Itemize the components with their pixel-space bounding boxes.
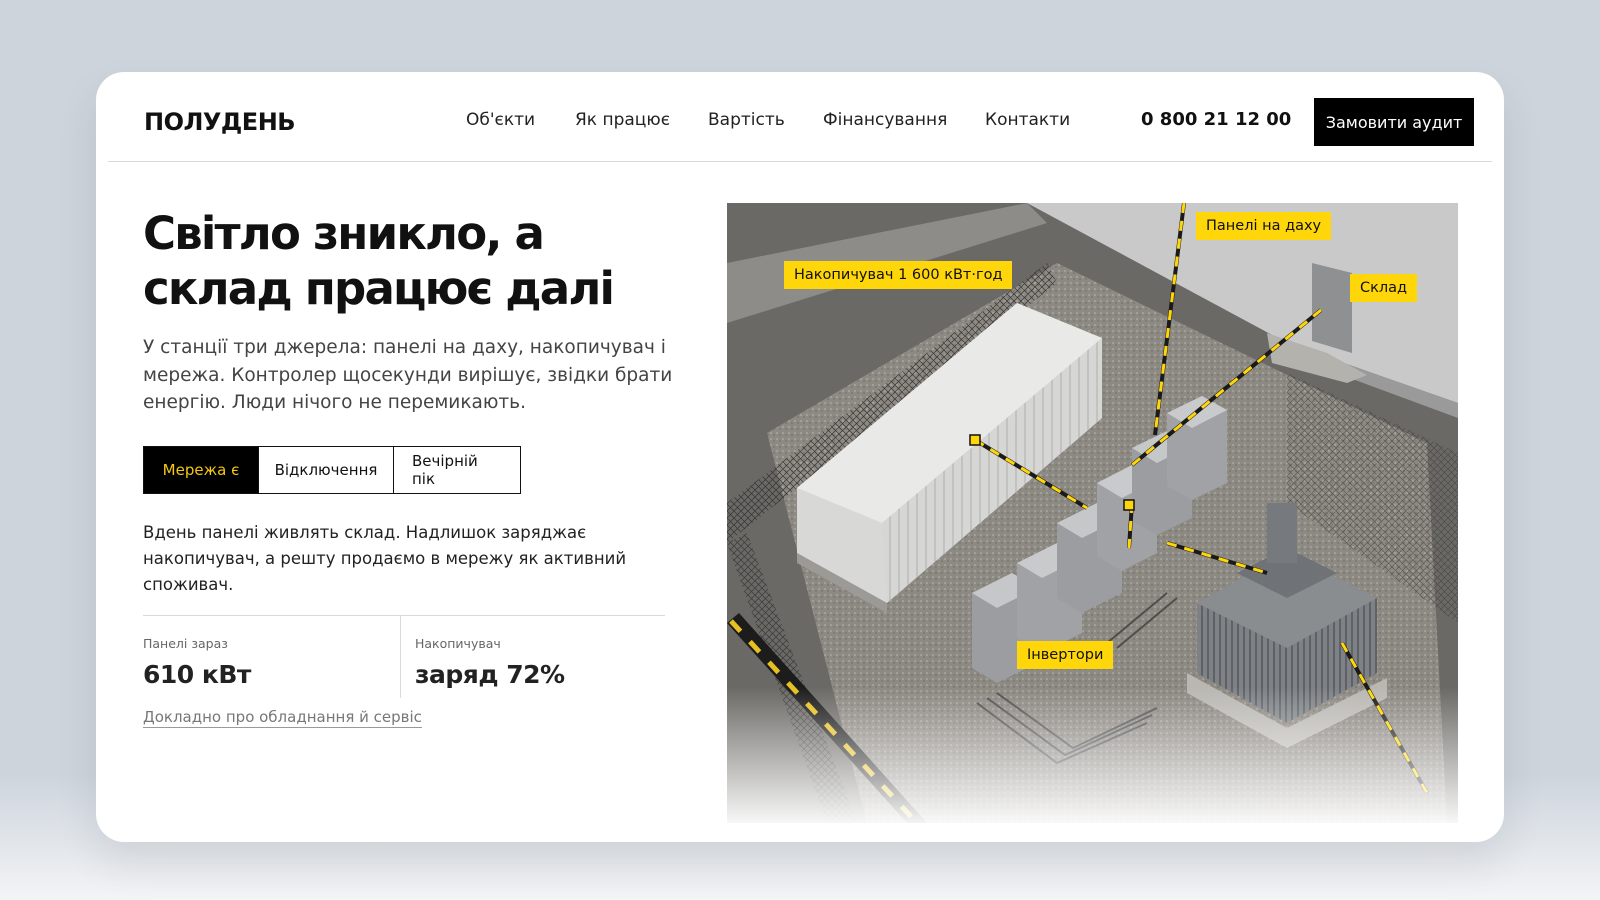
label-warehouse: Склад — [1350, 274, 1418, 302]
hero-title-line-2: склад працює далі — [143, 262, 615, 315]
stat-battery: Накопичувач заряд 72% — [415, 616, 665, 698]
label-inverters: Інвертори — [1017, 641, 1114, 669]
mode-description: Вдень панелі живлять склад. Надлишок зар… — [143, 523, 627, 594]
nav-item-financing[interactable]: Фінансування — [823, 110, 947, 130]
phone-number[interactable]: 0 800 21 12 00 — [1141, 109, 1291, 130]
nav-item-pricing[interactable]: Вартість — [708, 110, 785, 130]
label-battery: Накопичувач 1 600 кВт·год — [784, 261, 1013, 289]
nav-item-objects[interactable]: Об'єкти — [466, 110, 535, 130]
station-photo: Панелі на даху Накопичувач 1 600 кВт·год… — [727, 203, 1458, 823]
equipment-details-link[interactable]: Докладно про обладнання й сервіс — [143, 708, 422, 728]
nav-item-how-it-works[interactable]: Як працює — [575, 110, 670, 130]
stat-panels-value: 610 кВт — [143, 660, 251, 689]
order-audit-button[interactable]: Замовити аудит — [1314, 98, 1474, 146]
stats-panel: Панелі зараз 610 кВт Накопичувач заряд 7… — [143, 615, 665, 698]
mode-tabs: Мережа є Відключення Вечірній пік — [143, 446, 521, 494]
tab-evening-peak[interactable]: Вечірній пік — [394, 447, 520, 493]
hero-title: Світло зникло, а склад працює далі — [143, 206, 663, 316]
stat-panels-label: Панелі зараз — [143, 636, 228, 651]
station-illustration — [727, 203, 1458, 823]
label-roof-panels: Панелі на даху — [1196, 212, 1332, 240]
site-header: ПОЛУДЕНЬ Об'єкти Як працює Вартість Фіна… — [108, 72, 1492, 162]
stat-panels: Панелі зараз 610 кВт — [143, 616, 401, 698]
hero-lead: У станції три джерела: панелі на даху, н… — [143, 337, 673, 413]
hero-title-line-1: Світло зникло, а — [143, 207, 545, 260]
stat-battery-label: Накопичувач — [415, 636, 501, 651]
stat-battery-value: заряд 72% — [415, 660, 565, 689]
tab-outage[interactable]: Відключення — [259, 447, 394, 493]
nav-item-contacts[interactable]: Контакти — [985, 110, 1070, 130]
tab-grid-on[interactable]: Мережа є — [144, 447, 259, 493]
page-card: ПОЛУДЕНЬ Об'єкти Як працює Вартість Фіна… — [96, 72, 1504, 842]
